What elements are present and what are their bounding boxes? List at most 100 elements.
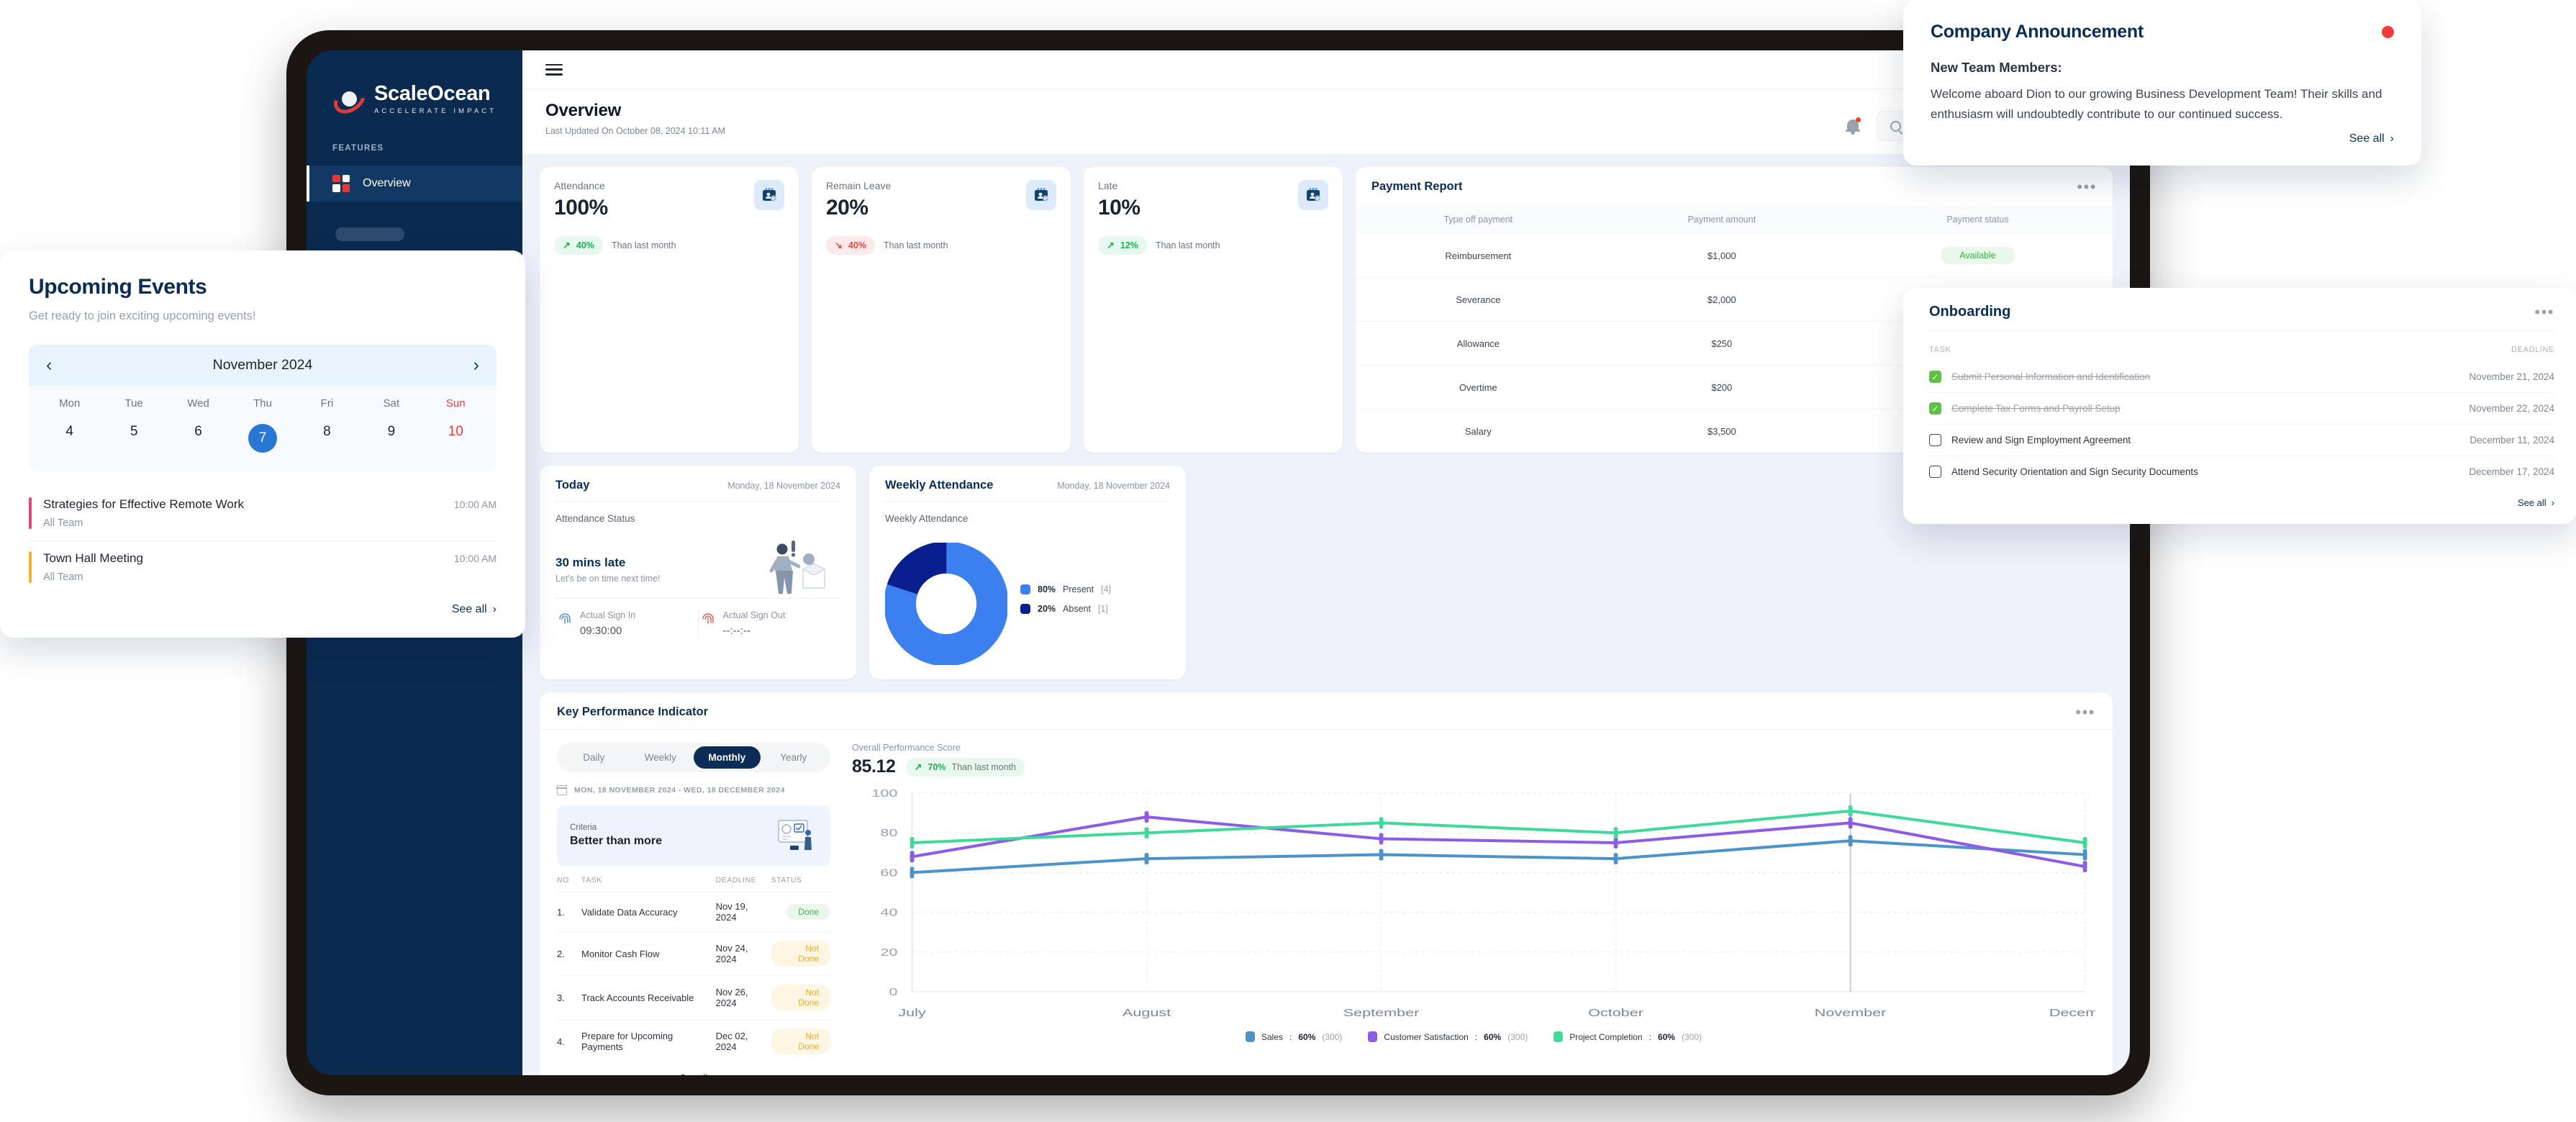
legend-label: Project Completion xyxy=(1569,1032,1642,1042)
kpi-row-task: Prepare for Upcoming Payments xyxy=(581,1020,716,1064)
see-all-label: See all xyxy=(452,603,487,616)
legend-percent: 60% xyxy=(1484,1032,1501,1042)
more-options-icon[interactable]: ••• xyxy=(2075,707,2095,717)
kpi-date-range-label: MON, 18 NOVEMBER 2024 - WED, 18 DECEMBER… xyxy=(574,786,785,795)
sign-in-label: Actual Sign In xyxy=(580,610,698,620)
menu-toggle-icon[interactable] xyxy=(545,64,563,76)
weekday-label-sunday: Sun xyxy=(424,397,488,410)
dashboard-row-middle: Today Monday, 18 November 2024 Attendanc… xyxy=(540,466,2113,679)
tab-daily[interactable]: Daily xyxy=(561,746,627,769)
task-deadline: December 17, 2024 xyxy=(2404,456,2554,488)
see-all-label: See all xyxy=(2349,132,2385,145)
attendance-calendar-icon xyxy=(1026,180,1056,210)
legend-count: [1] xyxy=(1098,604,1108,614)
task-label: Review and Sign Employment Agreement xyxy=(1951,435,2131,445)
calendar-date[interactable]: 5 xyxy=(101,418,165,458)
grid-icon xyxy=(332,175,350,192)
legend-colon: : xyxy=(1475,1032,1477,1042)
overall-score-delta: 70% xyxy=(928,762,945,772)
criteria-label: Criteria xyxy=(570,823,662,832)
calendar-date[interactable]: 6 xyxy=(166,418,230,458)
task-label: Submit Personal Information and Identifi… xyxy=(1951,371,2150,382)
more-options-icon[interactable]: ••• xyxy=(2534,307,2554,317)
svg-text:80: 80 xyxy=(880,826,897,838)
checkbox-checked-icon[interactable]: ✓ xyxy=(1929,371,1941,383)
legend-label: Sales xyxy=(1261,1032,1283,1042)
announcement-subtitle: New Team Members: xyxy=(1931,60,2394,76)
tab-yearly[interactable]: Yearly xyxy=(761,746,827,769)
column-header: DEADLINE xyxy=(716,876,771,892)
legend-item-customer-satisfaction: Customer Satisfaction : 60% (300) xyxy=(1368,1031,1528,1042)
late-person-illustration xyxy=(758,538,838,600)
legend-item-sales: Sales : 60% (300) xyxy=(1246,1031,1342,1042)
tab-monthly[interactable]: Monthly xyxy=(694,746,761,769)
event-color-bar xyxy=(29,497,32,529)
task-deadline: November 22, 2024 xyxy=(2404,393,2554,425)
calendar-date[interactable]: 8 xyxy=(295,418,359,458)
trend-up-icon: ↗ xyxy=(563,240,571,251)
kpi-row-no: 3. xyxy=(557,976,581,1020)
svg-text:100: 100 xyxy=(871,787,897,799)
column-header: STATUS xyxy=(771,876,830,892)
page-subtitle: Last Updated On October 08, 2024 10:11 A… xyxy=(545,126,725,136)
legend-percent: 60% xyxy=(1658,1032,1675,1042)
stat-delta-note: Than last month xyxy=(884,240,948,250)
brand-tagline: ACCELERATE IMPACT xyxy=(374,108,496,115)
legend-swatch xyxy=(1020,584,1030,594)
list-item[interactable]: Town Hall Meeting All Team 10:00 AM xyxy=(29,540,496,594)
calendar-date[interactable]: 9 xyxy=(359,418,423,458)
stat-label: Attendance xyxy=(554,180,608,191)
weekday-label: Wed xyxy=(166,397,230,410)
legend-swatch xyxy=(1554,1031,1563,1042)
kpi-date-range[interactable]: MON, 18 NOVEMBER 2024 - WED, 18 DECEMBER… xyxy=(557,785,830,795)
screenshot-root: ScaleOcean ACCELERATE IMPACT FEATURES Ov… xyxy=(0,0,2576,1122)
calendar-date[interactable]: 4 xyxy=(37,418,101,458)
task-label: Complete Tax Forms and Payroll Setup xyxy=(1951,403,2121,414)
column-header: Type off payment xyxy=(1356,205,1601,234)
kpi-row-deadline: Nov 19, 2024 xyxy=(716,892,771,932)
dashboard-row-top: Attendance 100% ↗ 40% xyxy=(540,167,2113,453)
notification-bell-icon[interactable] xyxy=(1845,117,1861,135)
onboarding-card: Onboarding ••• TASK DEADLINE ✓ Submit Pe… xyxy=(1903,288,2576,524)
stat-delta-value: 40% xyxy=(576,240,594,250)
next-month-icon[interactable]: › xyxy=(473,356,479,374)
legend-percent: 20% xyxy=(1038,604,1056,614)
table-row: 1. Validate Data Accuracy Nov 19, 2024 D… xyxy=(557,892,830,932)
checkbox-unchecked-icon[interactable] xyxy=(1929,434,1941,446)
payment-amount: $2,000 xyxy=(1601,278,1843,322)
calendar-date[interactable]: 10 xyxy=(424,418,488,458)
svg-text:20: 20 xyxy=(880,946,897,958)
performance-line-chart: 020406080100JulyAugustSeptemberOctoberNo… xyxy=(852,787,2095,1028)
tablet-device-frame: ScaleOcean ACCELERATE IMPACT FEATURES Ov… xyxy=(286,30,2150,1095)
table-row: ✓ Complete Tax Forms and Payroll Setup N… xyxy=(1929,393,2554,425)
sidebar-item-overview[interactable]: Overview xyxy=(307,166,522,202)
weekly-attendance-date: Monday, 18 November 2024 xyxy=(1057,481,1170,491)
overall-score-note: Than last month xyxy=(952,762,1017,772)
calendar-date-selected[interactable]: 7 xyxy=(230,418,294,458)
see-all-label: See all xyxy=(2518,497,2546,508)
tab-weekly[interactable]: Weekly xyxy=(627,746,694,769)
stat-card-remain-leave: Remain Leave 20% ↘ 40% xyxy=(812,167,1071,453)
legend-count: [4] xyxy=(1101,584,1111,594)
kpi-row-deadline: Nov 26, 2024 xyxy=(716,976,771,1020)
payment-type: Severance xyxy=(1356,278,1601,322)
onboarding-see-all-link[interactable]: See all › xyxy=(1929,497,2554,508)
weekly-attendance-title: Weekly Attendance xyxy=(885,479,993,492)
legend-label: Present xyxy=(1063,584,1094,594)
checkbox-unchecked-icon[interactable] xyxy=(1929,466,1941,478)
column-header: DEADLINE xyxy=(2404,338,2554,361)
task-deadline: December 11, 2024 xyxy=(2404,425,2554,456)
kpi-card: Key Performance Indicator ••• Daily Week… xyxy=(540,692,2113,1075)
upcoming-events-card: Upcoming Events Get ready to join exciti… xyxy=(0,250,525,638)
list-item[interactable]: Strategies for Effective Remote Work All… xyxy=(29,487,496,540)
events-see-all-link[interactable]: See all › xyxy=(29,603,496,616)
more-options-icon[interactable]: ••• xyxy=(2077,182,2097,191)
table-row: Attend Security Orientation and Sign Sec… xyxy=(1929,456,2554,488)
prev-month-icon[interactable]: ‹ xyxy=(46,356,52,374)
column-header: TASK xyxy=(581,876,716,892)
kpi-see-all-link[interactable]: See all xyxy=(557,1073,830,1075)
announcement-see-all-link[interactable]: See all › xyxy=(1931,132,2394,145)
onboarding-task: ✓ Complete Tax Forms and Payroll Setup xyxy=(1929,402,2404,415)
checkbox-checked-icon[interactable]: ✓ xyxy=(1929,402,1941,415)
attendance-calendar-icon xyxy=(754,180,784,210)
